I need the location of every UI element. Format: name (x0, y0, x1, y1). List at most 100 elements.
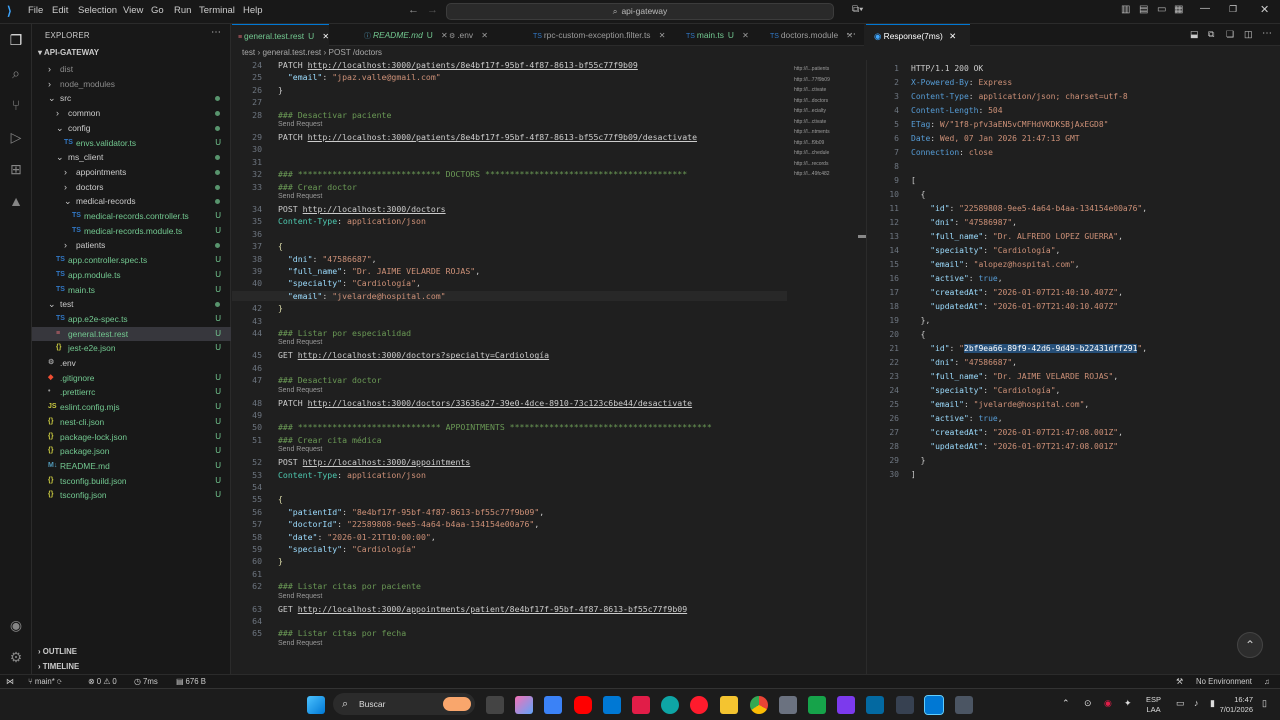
tree-item[interactable]: JS eslint.config.mjs U (32, 400, 231, 414)
menu-run[interactable]: Run (174, 5, 191, 16)
excel-icon[interactable] (808, 696, 826, 714)
close-tab-icon[interactable]: ✕ (479, 31, 488, 40)
chrome-icon[interactable] (750, 696, 768, 714)
tray-chevron-icon[interactable]: ⌃ (1062, 698, 1070, 709)
task-view-icon[interactable] (486, 696, 504, 714)
tree-item[interactable]: {} package-lock.json U (32, 430, 231, 444)
code-editor[interactable]: 24 PATCH http://localhost:3000/patients/8… (232, 60, 787, 674)
forward-arrow-icon[interactable]: → (427, 4, 438, 16)
search-icon[interactable]: ⌕ (7, 64, 25, 82)
menu-help[interactable]: Help (243, 5, 263, 16)
tree-item[interactable]: {} package.json U (32, 444, 231, 458)
send-request-codelens[interactable]: Send Request (278, 446, 322, 453)
toggle-primary-sidebar-icon[interactable]: ▥ (1121, 4, 1130, 15)
tree-item[interactable]: › doctors (32, 180, 231, 194)
environment-status[interactable]: No Environment (1196, 675, 1252, 688)
customize-layout-icon[interactable]: ▦ (1174, 4, 1183, 15)
copilot-app-icon[interactable] (515, 696, 533, 714)
copilot-icon[interactable]: ⧉▾ (852, 4, 863, 15)
menu-edit[interactable]: Edit (52, 5, 68, 16)
network-icon[interactable]: ▭ (1176, 698, 1185, 709)
tab-general-test-rest[interactable]: ≡ general.test.rest U ✕ (232, 24, 330, 46)
tab-doctors-module[interactable]: TS doctors.module ✕ (764, 24, 853, 46)
tree-item[interactable]: {} jest-e2e.json U (32, 341, 231, 355)
notification-bell-icon[interactable]: ▯ (1262, 698, 1267, 709)
close-tab-icon[interactable]: ✕ (656, 31, 666, 40)
save-response-icon[interactable]: ⬓ (1190, 29, 1199, 40)
vscode-taskbar-icon[interactable] (924, 695, 944, 715)
tree-item[interactable]: ⌄ src (32, 91, 231, 105)
menu-go[interactable]: Go (151, 5, 164, 16)
tree-item[interactable]: {} tsconfig.build.json U (32, 474, 231, 488)
toggle-secondary-sidebar-icon[interactable]: ▭ (1157, 4, 1166, 15)
ms-store-icon[interactable] (603, 696, 621, 714)
tree-item[interactable]: › appointments (32, 165, 231, 179)
tab-main-ts[interactable]: TS main.ts U ✕ (680, 24, 749, 46)
tree-item[interactable]: ⌄ config (32, 121, 231, 135)
tree-item[interactable]: › dist (32, 62, 231, 76)
tree-item[interactable]: ⌄ ms_client (32, 150, 231, 164)
tab--env[interactable]: ⚙ .env ✕ (443, 24, 488, 46)
opera-icon[interactable] (690, 696, 708, 714)
response-viewer[interactable]: 1 HTTP/1.1 200 OK 2 X-Powered-By: Express 3 C… (866, 60, 1280, 674)
more-actions-icon[interactable]: ⋯ (211, 27, 221, 38)
extensions-icon[interactable]: ⊞ (7, 160, 25, 178)
run-debug-icon[interactable]: ▷ (7, 128, 25, 146)
tree-item[interactable]: TS envs.validator.ts U (32, 136, 231, 150)
more-actions-icon[interactable]: ⋯ (1262, 28, 1272, 39)
menu-view[interactable]: View (123, 5, 143, 16)
scroll-top-button[interactable]: ⌃ (1237, 632, 1263, 658)
tree-item[interactable]: › patients (32, 238, 231, 252)
tree-item[interactable]: › node_modules (32, 77, 231, 91)
menu-selection[interactable]: Selection (78, 5, 117, 16)
send-request-codelens[interactable]: Send Request (278, 121, 322, 128)
send-request-codelens[interactable]: Send Request (278, 339, 322, 346)
terminal-icon[interactable] (896, 696, 914, 714)
split-editor-icon[interactable]: ◫ (1244, 29, 1253, 40)
tree-item[interactable]: M↓ README.md U (32, 459, 231, 473)
file-explorer-icon[interactable] (720, 696, 738, 714)
menu-file[interactable]: File (28, 5, 43, 16)
youtube-icon[interactable] (574, 696, 592, 714)
tree-item[interactable]: {} tsconfig.json U (32, 488, 231, 502)
tree-item[interactable]: ⌄ medical-records (32, 194, 231, 208)
tree-item[interactable]: TS medical-records.module.ts U (32, 224, 231, 238)
app-icon[interactable] (955, 696, 973, 714)
tree-item[interactable]: › common (32, 106, 231, 120)
wrench-icon[interactable]: ⚒ (1176, 675, 1183, 688)
tab-rpc-custom-exception-filter-ts[interactable]: TS rpc-custom-exception.filter.ts ✕ (527, 24, 665, 46)
tree-item[interactable]: TS app.module.ts U (32, 268, 231, 282)
account-icon[interactable]: ◉ (7, 616, 25, 634)
workspace-root[interactable]: ▾ API-GATEWAY (38, 48, 99, 57)
language-indicator[interactable]: ESP LAA (1146, 695, 1161, 715)
send-request-codelens[interactable]: Send Request (278, 193, 322, 200)
tree-item[interactable]: TS app.e2e-spec.ts U (32, 312, 231, 326)
breadcrumb-item[interactable]: POST /doctors (328, 48, 382, 57)
manage-gear-icon[interactable]: ⚙ (7, 648, 25, 666)
store-icon[interactable] (544, 696, 562, 714)
branch-status[interactable]: ⑂ main* ⟳ (28, 675, 62, 688)
command-center-search[interactable]: ⌕ api-gateway (446, 3, 834, 20)
outlook-icon[interactable] (866, 696, 884, 714)
explorer-icon[interactable]: ❐ (7, 31, 25, 49)
minimize-icon[interactable]: — (1200, 3, 1210, 14)
send-request-codelens[interactable]: Send Request (278, 640, 322, 647)
tray-icon[interactable]: ✦ (1124, 698, 1132, 709)
taskbar-search[interactable]: ⌕ Buscar (333, 693, 475, 715)
timeline-section[interactable]: › TIMELINE (38, 662, 79, 671)
back-arrow-icon[interactable]: ← (408, 4, 419, 16)
tree-item[interactable]: TS medical-records.controller.ts U (32, 209, 231, 223)
tree-item[interactable]: TS main.ts U (32, 283, 231, 297)
close-tab-icon[interactable]: ✕ (320, 32, 329, 41)
app-icon[interactable] (779, 696, 797, 714)
tab-readme-md[interactable]: ⓘ README.md U ✕ (358, 24, 448, 46)
minimap[interactable]: http://l...patients http://l...77f9b09 htt… (788, 60, 860, 674)
windows-start-icon[interactable] (307, 696, 325, 714)
copy-icon[interactable]: ❏ (1226, 29, 1234, 40)
tree-item[interactable]: TS app.controller.spec.ts U (32, 253, 231, 267)
tree-item[interactable]: ◆ .gitignore U (32, 371, 231, 385)
vs-icon[interactable] (837, 696, 855, 714)
editor-scrollbar[interactable] (858, 235, 866, 238)
restore-icon[interactable]: ❐ (1229, 4, 1237, 15)
close-tab-icon[interactable]: ✕ (949, 31, 956, 41)
